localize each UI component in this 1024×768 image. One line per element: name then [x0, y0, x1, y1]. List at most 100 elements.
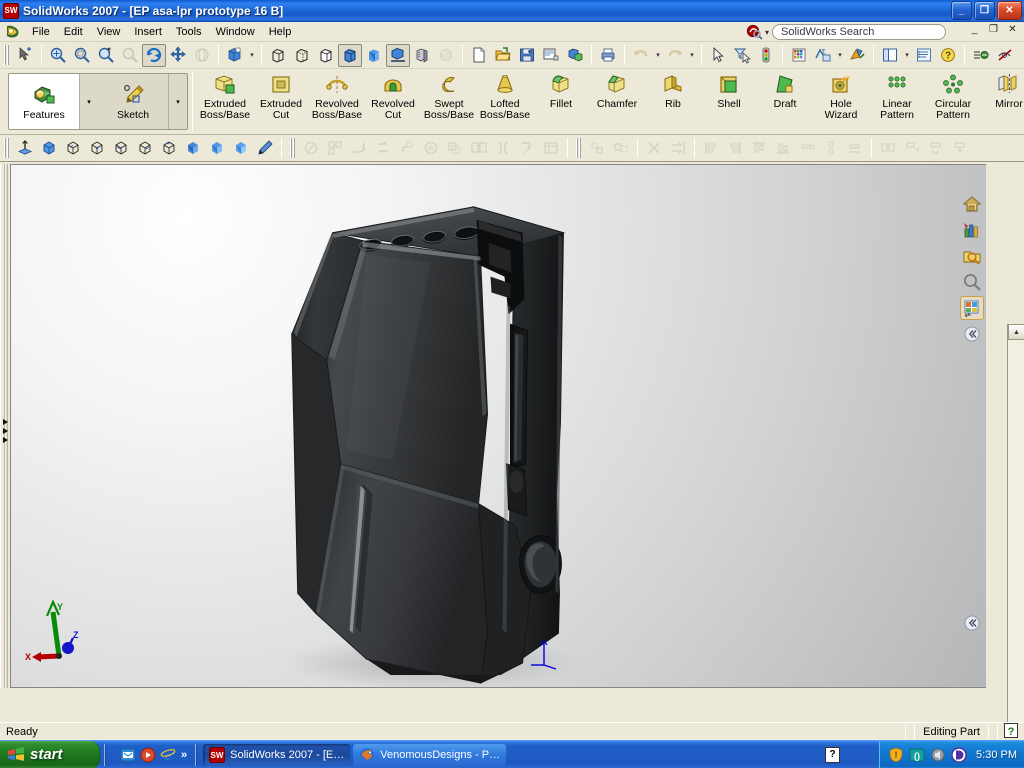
align-group-2-icon[interactable]	[609, 137, 633, 160]
3d-drawing-view-icon[interactable]	[190, 44, 214, 67]
search-folder-icon[interactable]	[960, 244, 984, 268]
display-manager-dropdown-caret[interactable]: ▾	[902, 44, 912, 67]
print-icon[interactable]	[596, 44, 620, 67]
zoom-in-out-icon[interactable]	[94, 44, 118, 67]
maximize-button[interactable]: ❐	[974, 1, 995, 20]
close-button[interactable]: ✕	[997, 1, 1022, 20]
sketch-display-icon[interactable]	[539, 137, 563, 160]
standard-views-icon[interactable]	[223, 44, 247, 67]
sketch-tab-caret[interactable]: ▾	[168, 74, 187, 129]
mdi-close-button[interactable]: ✕	[1005, 24, 1020, 38]
open-document-icon[interactable]	[491, 44, 515, 67]
mirror-entities-icon[interactable]	[467, 137, 491, 160]
view-home-icon[interactable]	[960, 192, 984, 216]
menu-help[interactable]: Help	[262, 24, 299, 40]
quick-launch-overflow[interactable]: »	[181, 749, 187, 761]
save-icon[interactable]	[515, 44, 539, 67]
redo-dropdown-caret[interactable]: ▾	[687, 44, 697, 67]
mirror-button[interactable]: Mirror	[981, 72, 1024, 110]
circular-pattern-button[interactable]: Circular Pattern	[925, 72, 981, 121]
zoom-to-fit-icon[interactable]	[46, 44, 70, 67]
collapse-panel-icon[interactable]	[960, 322, 984, 346]
graphics-area[interactable]: Y X Z Custom ▾	[10, 164, 986, 688]
revolved-cut-button[interactable]: Revolved Cut	[365, 72, 421, 121]
question-mark-icon[interactable]: ?	[1002, 722, 1020, 741]
draft-button[interactable]: Draft	[757, 72, 813, 110]
scroll-up-button[interactable]: ▲	[1008, 324, 1024, 340]
menu-edit[interactable]: Edit	[57, 24, 90, 40]
hidden-lines-removed-icon[interactable]	[314, 44, 338, 67]
section-view-icon[interactable]	[410, 44, 434, 67]
extruded-boss-base-button[interactable]: Extruded Boss/Base	[197, 72, 253, 121]
start-button[interactable]: start	[0, 740, 100, 768]
view-isometric-icon[interactable]	[37, 137, 61, 160]
sketch-pattern-icon[interactable]	[323, 137, 347, 160]
viewport-vertical-scrollbar[interactable]: ▲ ▼	[1007, 324, 1024, 768]
align-bottom-icon[interactable]	[771, 137, 795, 160]
hole-wizard-button[interactable]: Hole Wizard	[813, 72, 869, 121]
toolbar-grip[interactable]	[289, 138, 296, 158]
view-left-icon[interactable]	[133, 137, 157, 160]
select-filter-icon[interactable]	[13, 44, 37, 67]
select-arrow-icon[interactable]	[706, 44, 730, 67]
tray-daemon-tools-icon[interactable]	[951, 747, 967, 763]
menu-window[interactable]: Window	[209, 24, 262, 40]
pen-tool-icon[interactable]	[253, 137, 277, 160]
align-left-icon[interactable]	[699, 137, 723, 160]
align-middle-icon[interactable]	[795, 137, 819, 160]
ql-outlook-icon[interactable]	[120, 747, 136, 763]
zoom-to-selection-icon[interactable]	[118, 44, 142, 67]
group-align-3-icon[interactable]	[924, 137, 948, 160]
tray-security-shield-icon[interactable]: !	[888, 747, 904, 763]
shaded-solid-1-icon[interactable]	[181, 137, 205, 160]
quick-launch-grip[interactable]	[103, 743, 109, 766]
align-right-icon[interactable]	[723, 137, 747, 160]
selection-filter-icon[interactable]	[730, 44, 754, 67]
toolbar-grip[interactable]	[575, 138, 582, 158]
zoom-to-area-icon[interactable]	[70, 44, 94, 67]
measure-dropdown-caret[interactable]: ▾	[835, 44, 845, 67]
hidden-lines-visible-icon[interactable]	[290, 44, 314, 67]
rotate-view-icon[interactable]	[142, 43, 166, 67]
minimize-button[interactable]: _	[951, 1, 972, 20]
view-dimetric-icon[interactable]	[85, 137, 109, 160]
task-pane-icon[interactable]	[960, 296, 984, 320]
taskbar-help-balloon-icon[interactable]: ?	[825, 747, 840, 763]
standard-views-dropdown-caret[interactable]: ▾	[247, 44, 257, 67]
menu-tools[interactable]: Tools	[169, 24, 209, 40]
taskbar-clock[interactable]: 5:30 PM	[976, 749, 1017, 761]
undo-dropdown-caret[interactable]: ▾	[653, 44, 663, 67]
measure-icon[interactable]: Σ	[811, 44, 835, 67]
magnifier-icon[interactable]	[960, 270, 984, 294]
convert-entities-icon[interactable]	[371, 137, 395, 160]
sketch-entity-icon[interactable]	[299, 137, 323, 160]
reference-geometry-plane-icon[interactable]	[13, 137, 37, 160]
shaded-icon[interactable]	[362, 44, 386, 67]
appearances-icon[interactable]	[960, 218, 984, 242]
linear-pattern-button[interactable]: Linear Pattern	[869, 72, 925, 121]
section-properties-icon[interactable]	[845, 44, 869, 67]
new-document-icon[interactable]	[467, 44, 491, 67]
view-front-icon[interactable]	[109, 137, 133, 160]
distribute-h-icon[interactable]	[819, 137, 843, 160]
group-align-2-icon[interactable]	[900, 137, 924, 160]
make-drawing-icon[interactable]	[539, 44, 563, 67]
extruded-cut-button[interactable]: Extruded Cut	[253, 72, 309, 121]
features-tab-caret[interactable]: ▾	[79, 74, 98, 129]
hide-show-items-icon[interactable]	[993, 44, 1017, 67]
menu-file[interactable]: File	[25, 24, 57, 40]
toolbar-grip[interactable]	[3, 138, 10, 158]
feature-manager-splitter[interactable]	[0, 164, 10, 688]
rebuild-icon[interactable]	[754, 44, 778, 67]
options-icon[interactable]	[912, 44, 936, 67]
ql-internet-explorer-icon[interactable]: e	[160, 747, 176, 764]
wireframe-icon[interactable]	[266, 44, 290, 67]
feature-manager-expand-arrows[interactable]	[3, 419, 10, 446]
swept-boss-base-button[interactable]: Swept Boss/Base	[421, 72, 477, 121]
move-entities-icon[interactable]	[515, 137, 539, 160]
collapse-panel-bottom-icon[interactable]	[960, 611, 984, 635]
pan-icon[interactable]	[166, 44, 190, 67]
ql-media-icon[interactable]	[140, 747, 156, 763]
chamfer-button[interactable]: Chamfer	[589, 72, 645, 110]
intersection-icon[interactable]	[642, 137, 666, 160]
